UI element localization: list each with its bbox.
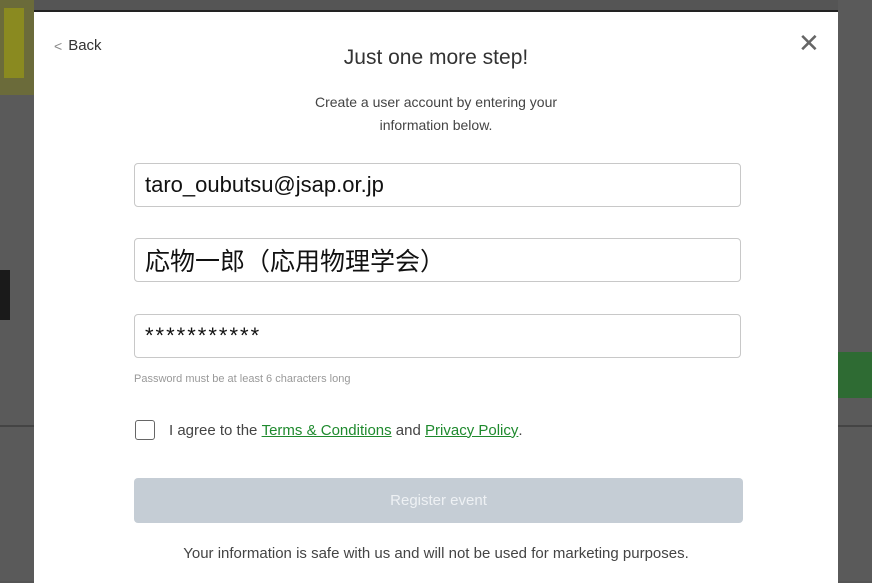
privacy-note: Your information is safe with us and wil… — [183, 545, 689, 562]
terms-checkbox[interactable] — [135, 420, 155, 440]
background-glyph — [0, 270, 10, 320]
background-green-block — [838, 352, 872, 398]
name-value: 応物一郎（応用物理学会） — [145, 248, 446, 276]
modal-title: Just one more step! — [343, 46, 529, 69]
background-divider — [0, 425, 34, 427]
agree-prefix: I agree to the — [169, 421, 262, 439]
background-divider-right — [838, 425, 872, 427]
modal-subtitle: Create a user account by entering your i… — [314, 94, 558, 133]
privacy-link[interactable]: Privacy Policy — [425, 422, 518, 439]
password-value: *********** — [145, 323, 262, 348]
email-field[interactable]: taro_oubutsu@jsap.or.jp — [134, 163, 741, 207]
registration-modal: < Back ✕ Just one more step! Create a us… — [34, 10, 838, 583]
email-value: taro_oubutsu@jsap.or.jp — [145, 172, 384, 197]
register-button[interactable]: Register event — [134, 478, 743, 523]
background-page-right — [838, 0, 872, 581]
agree-middle: and — [391, 421, 426, 439]
password-field[interactable]: *********** — [134, 314, 741, 358]
name-field[interactable]: 応物一郎（応用物理学会） — [134, 238, 741, 282]
terms-link[interactable]: Terms & Conditions — [262, 422, 392, 439]
background-page-left — [0, 0, 34, 581]
background-image-detail — [4, 8, 24, 78]
agree-suffix: . — [518, 421, 523, 439]
password-hint: Password must be at least 6 characters l… — [134, 373, 351, 385]
terms-agreement: I agree to the Terms & Conditions and Pr… — [135, 420, 523, 440]
